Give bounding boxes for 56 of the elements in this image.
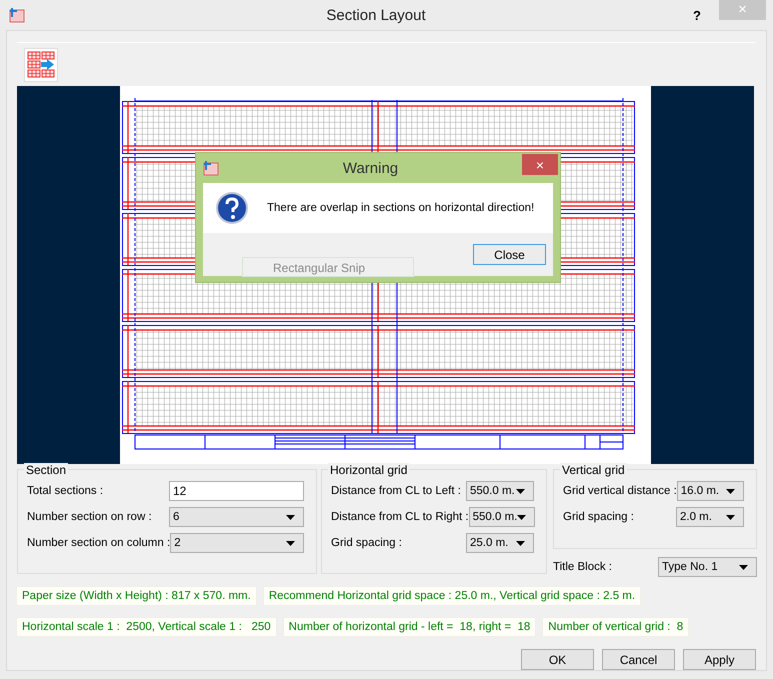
field-label: Total sections : bbox=[27, 485, 104, 497]
dropdown-arrow-icon bbox=[739, 564, 748, 570]
info-label: Paper size (Width x Height) : 817 x 570. mm. bbox=[17, 587, 256, 605]
field-label: Grid spacing : bbox=[563, 511, 634, 523]
info-label: Horizontal scale 1 : 2500, Vertical scale 1 : 250 bbox=[17, 618, 276, 636]
group-title: Section bbox=[24, 463, 68, 477]
info-label: Recommend Horizontal grid space : 25.0 m., Vertical grid space : 2.5 m. bbox=[264, 587, 640, 605]
dropdown-arrow-icon bbox=[726, 514, 735, 520]
field-label: Number section on column : bbox=[27, 537, 170, 549]
dropdown-arrow-icon bbox=[516, 488, 525, 494]
field-label: Number section on row : bbox=[27, 511, 152, 523]
dropdown[interactable]: Type No. 1 bbox=[658, 557, 757, 577]
layout-tool-button[interactable] bbox=[24, 48, 58, 82]
dropdown[interactable]: 550.0 m. bbox=[466, 481, 534, 501]
help-button[interactable]: ? bbox=[687, 8, 707, 22]
info-label: Number of vertical grid : 8 bbox=[543, 618, 688, 636]
dropdown[interactable]: 16.0 m. bbox=[676, 481, 744, 501]
dropdown[interactable]: 25.0 m. bbox=[466, 533, 534, 553]
text-field[interactable]: 12 bbox=[169, 481, 304, 501]
field-label: Distance from CL to Left : bbox=[331, 485, 461, 497]
field-label: Distance from CL to Right : bbox=[331, 511, 469, 523]
field-label: Grid spacing : bbox=[331, 537, 402, 549]
close-button[interactable]: Close bbox=[473, 244, 546, 265]
dropdown-value: 550.0 m. bbox=[470, 485, 515, 497]
close-button[interactable]: × bbox=[522, 154, 558, 175]
dropdown-value: 2.0 m. bbox=[680, 511, 712, 523]
dropdown-value: 550.0 m. bbox=[472, 511, 518, 523]
grid-arrow-icon bbox=[26, 50, 56, 80]
info-label: Number of horizontal grid - left = 18, right = 18 bbox=[284, 618, 536, 636]
dropdown-arrow-icon bbox=[516, 540, 525, 546]
dropdown-arrow-icon bbox=[286, 540, 295, 546]
dialog-button[interactable]: Apply bbox=[683, 649, 756, 670]
app-icon bbox=[9, 7, 25, 23]
dropdown[interactable]: 2 bbox=[170, 533, 304, 553]
dropdown-value: Type No. 1 bbox=[662, 561, 718, 573]
question-icon bbox=[215, 191, 249, 225]
group-title: Vertical grid bbox=[560, 463, 627, 477]
dropdown-value: 6 bbox=[173, 511, 180, 523]
dropdown-value: 25.0 m. bbox=[470, 537, 508, 549]
dropdown-arrow-icon bbox=[726, 488, 735, 494]
dialog-button[interactable]: Cancel bbox=[602, 649, 675, 670]
dropdown[interactable]: 2.0 m. bbox=[676, 507, 744, 527]
dropdown-arrow-icon bbox=[286, 514, 295, 520]
field-label: Grid vertical distance : bbox=[563, 485, 677, 497]
window-title: Section Layout bbox=[325, 6, 427, 24]
dropdown-value: 16.0 m. bbox=[680, 485, 720, 497]
dialog-title: Warning bbox=[342, 160, 400, 176]
dropdown-value: 2 bbox=[174, 537, 181, 549]
dialog-button[interactable]: OK bbox=[521, 649, 594, 670]
group-title: Horizontal grid bbox=[328, 463, 410, 477]
dropdown[interactable]: 6 bbox=[169, 507, 304, 527]
app-icon bbox=[203, 160, 219, 176]
dropdown[interactable]: 550.0 m. bbox=[468, 507, 536, 527]
dropdown-arrow-icon bbox=[517, 514, 526, 520]
field-label: Title Block : bbox=[553, 561, 612, 573]
warning-message: There are overlap in sections on horizontal direction! bbox=[267, 202, 534, 214]
